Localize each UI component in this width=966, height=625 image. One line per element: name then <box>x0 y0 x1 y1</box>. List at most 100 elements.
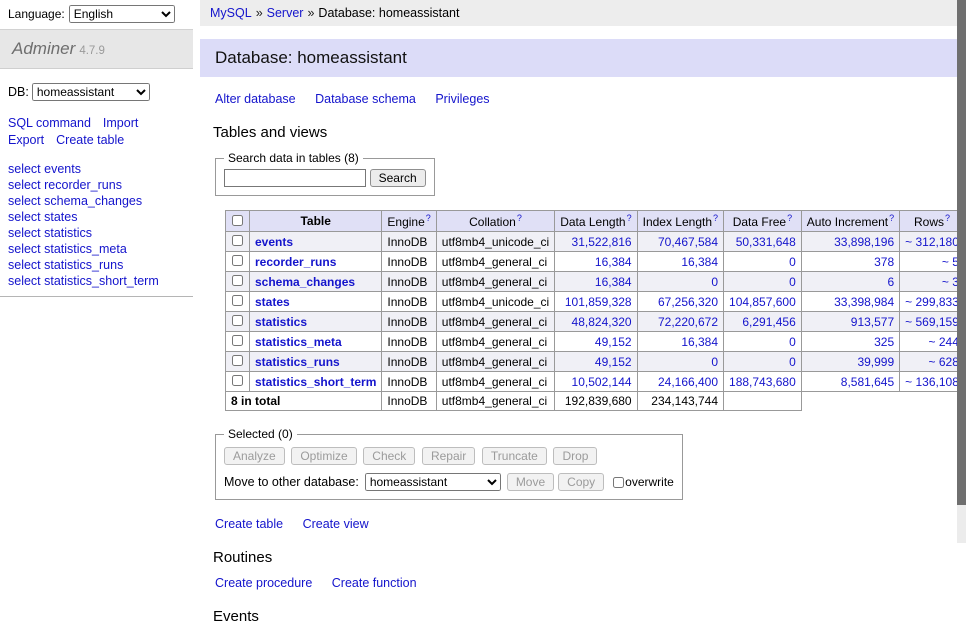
copy-button[interactable]: Copy <box>558 473 604 491</box>
db-select[interactable]: homeassistant <box>32 83 150 101</box>
sidebar-item-statistics[interactable]: select statistics <box>8 227 185 240</box>
alter-database-link[interactable]: Alter database <box>215 92 296 106</box>
data-free-link[interactable]: 0 <box>789 355 796 369</box>
data-length-link[interactable]: 10,502,144 <box>572 375 632 389</box>
help-link[interactable]: ? <box>517 213 522 223</box>
sidebar-item-recorder-runs[interactable]: select recorder_runs <box>8 179 185 192</box>
data-free-link[interactable]: 104,857,600 <box>729 295 796 309</box>
privileges-link[interactable]: Privileges <box>435 92 489 106</box>
help-link[interactable]: ? <box>945 213 950 223</box>
truncate-button[interactable]: Truncate <box>482 447 547 465</box>
analyze-button[interactable]: Analyze <box>224 447 285 465</box>
row-checkbox[interactable] <box>232 375 243 386</box>
rows-link[interactable]: ~ 136,108 <box>905 375 959 389</box>
index-length-link[interactable]: 16,384 <box>681 255 718 269</box>
create-procedure-link[interactable]: Create procedure <box>215 576 312 590</box>
auto-increment-link[interactable]: 33,398,984 <box>834 295 894 309</box>
auto-increment-link[interactable]: 913,577 <box>851 315 894 329</box>
auto-increment-link[interactable]: 325 <box>874 335 894 349</box>
move-database-select[interactable]: homeassistant <box>365 473 501 491</box>
help-link[interactable]: ? <box>713 213 718 223</box>
table-link[interactable]: recorder_runs <box>255 255 336 269</box>
rows-link[interactable]: ~ 244 <box>929 335 959 349</box>
rows-link[interactable]: ~ 299,833 <box>905 295 959 309</box>
create-function-link[interactable]: Create function <box>332 576 417 590</box>
data-length-link[interactable]: 101,859,328 <box>565 295 632 309</box>
row-checkbox[interactable] <box>232 275 243 286</box>
optimize-button[interactable]: Optimize <box>291 447 356 465</box>
table-link[interactable]: events <box>255 235 293 249</box>
table-link[interactable]: statistics <box>255 315 307 329</box>
sidebar-item-statistics-short-term[interactable]: select statistics_short_term <box>8 275 185 288</box>
rows-link[interactable]: ~ 312,180 <box>905 235 959 249</box>
sql-command-link[interactable]: SQL command <box>8 116 91 130</box>
index-length-link[interactable]: 70,467,584 <box>658 235 718 249</box>
create-table-link[interactable]: Create table <box>215 517 283 531</box>
data-length-link[interactable]: 48,824,320 <box>572 315 632 329</box>
sidebar-item-schema-changes[interactable]: select schema_changes <box>8 195 185 208</box>
data-free-link[interactable]: 188,743,680 <box>729 375 796 389</box>
table-link[interactable]: statistics_short_term <box>255 375 376 389</box>
data-length-link[interactable]: 31,522,816 <box>572 235 632 249</box>
data-length-link[interactable]: 16,384 <box>595 275 632 289</box>
select-all-checkbox[interactable] <box>232 215 243 226</box>
import-link[interactable]: Import <box>103 116 138 130</box>
sidebar-item-statistics-runs[interactable]: select statistics_runs <box>8 259 185 272</box>
help-link[interactable]: ? <box>426 213 431 223</box>
language-select[interactable]: English <box>69 5 175 23</box>
row-checkbox[interactable] <box>232 255 243 266</box>
page-scrollbar[interactable] <box>957 0 966 543</box>
sidebar-item-statistics-meta[interactable]: select statistics_meta <box>8 243 185 256</box>
row-checkbox[interactable] <box>232 335 243 346</box>
row-checkbox[interactable] <box>232 235 243 246</box>
sidebar-item-states[interactable]: select states <box>8 211 185 224</box>
index-length-link[interactable]: 72,220,672 <box>658 315 718 329</box>
search-input[interactable] <box>224 169 366 187</box>
data-free-link[interactable]: 0 <box>789 335 796 349</box>
data-free-link[interactable]: 0 <box>789 255 796 269</box>
help-link[interactable]: ? <box>889 213 894 223</box>
row-checkbox[interactable] <box>232 355 243 366</box>
scrollbar-thumb[interactable] <box>957 0 966 505</box>
create-view-link[interactable]: Create view <box>303 517 369 531</box>
data-length-link[interactable]: 49,152 <box>595 335 632 349</box>
data-free-link[interactable]: 0 <box>789 275 796 289</box>
data-free-link[interactable]: 6,291,456 <box>742 315 795 329</box>
drop-button[interactable]: Drop <box>553 447 597 465</box>
breadcrumb-server-link[interactable]: Server <box>267 6 304 20</box>
auto-increment-link[interactable]: 33,898,196 <box>834 235 894 249</box>
move-button[interactable]: Move <box>507 473 554 491</box>
database-schema-link[interactable]: Database schema <box>315 92 416 106</box>
table-link[interactable]: statistics_meta <box>255 335 342 349</box>
auto-increment-link[interactable]: 39,999 <box>857 355 894 369</box>
sidebar-item-events[interactable]: select events <box>8 163 185 176</box>
index-length-link[interactable]: 0 <box>711 275 718 289</box>
data-free-link[interactable]: 50,331,648 <box>736 235 796 249</box>
table-link[interactable]: schema_changes <box>255 275 355 289</box>
auto-increment-link[interactable]: 378 <box>874 255 894 269</box>
overwrite-checkbox[interactable] <box>613 477 624 488</box>
repair-button[interactable]: Repair <box>422 447 475 465</box>
auto-increment-link[interactable]: 6 <box>887 275 894 289</box>
db-actions: Alter database Database schema Privilege… <box>215 92 966 106</box>
help-link[interactable]: ? <box>787 213 792 223</box>
check-button[interactable]: Check <box>363 447 415 465</box>
data-length-link[interactable]: 16,384 <box>595 255 632 269</box>
row-checkbox[interactable] <box>232 315 243 326</box>
breadcrumb-mysql-link[interactable]: MySQL <box>210 6 252 20</box>
rows-link[interactable]: ~ 569,159 <box>905 315 959 329</box>
export-link[interactable]: Export <box>8 133 44 147</box>
index-length-link[interactable]: 24,166,400 <box>658 375 718 389</box>
table-link[interactable]: statistics_runs <box>255 355 340 369</box>
index-length-link[interactable]: 67,256,320 <box>658 295 718 309</box>
row-checkbox[interactable] <box>232 295 243 306</box>
auto-increment-link[interactable]: 8,581,645 <box>841 375 894 389</box>
rows-link[interactable]: ~ 628 <box>929 355 959 369</box>
index-length-link[interactable]: 0 <box>711 355 718 369</box>
help-link[interactable]: ? <box>627 213 632 223</box>
search-button[interactable]: Search <box>370 169 426 187</box>
create-table-link-sidebar[interactable]: Create table <box>56 133 124 147</box>
index-length-link[interactable]: 16,384 <box>681 335 718 349</box>
data-length-link[interactable]: 49,152 <box>595 355 632 369</box>
table-link[interactable]: states <box>255 295 290 309</box>
